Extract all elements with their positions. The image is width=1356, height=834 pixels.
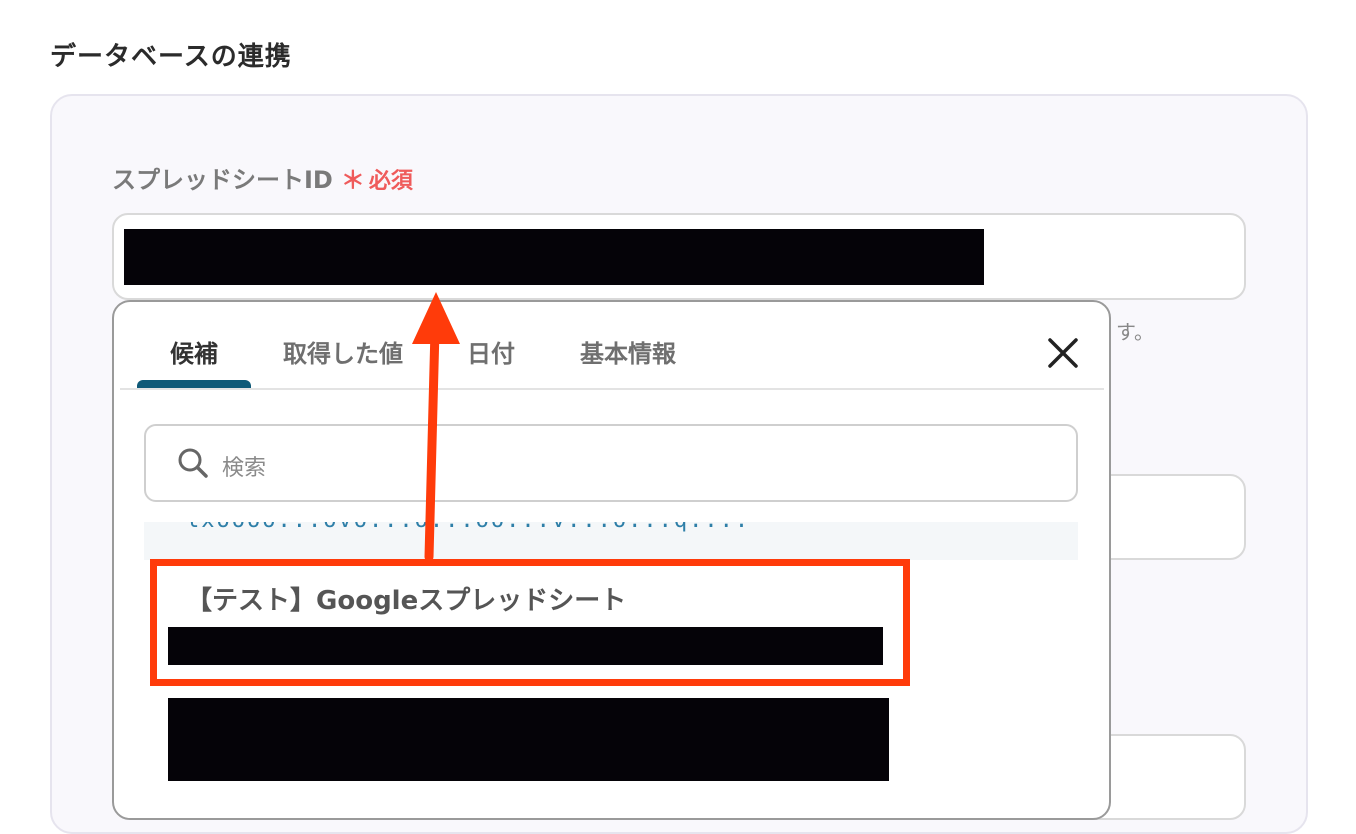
tab-date[interactable]: 日付 [467, 334, 515, 369]
tab-divider [120, 388, 1104, 390]
spreadsheet-id-label: スプレッドシートID ＊必須 [112, 160, 413, 195]
tab-basic-info[interactable]: 基本情報 [580, 334, 676, 369]
redacted-spreadsheet-id [124, 229, 984, 285]
close-icon[interactable] [1044, 334, 1082, 372]
annotation-highlight-box [150, 559, 910, 686]
search-placeholder: 検索 [222, 456, 267, 481]
partial-item-text: lxoooo...ovo...o...oo...v...o...q.... [186, 522, 750, 533]
required-badge: 必須 [368, 169, 413, 194]
list-item-partial[interactable]: lxoooo...ovo...o...oo...v...o...q.... [144, 522, 1078, 560]
redacted-list-item[interactable] [168, 698, 889, 781]
active-tab-indicator [137, 380, 251, 388]
section-title: データベースの連携 [50, 42, 292, 72]
spreadsheet-id-label-text: スプレッドシートID [112, 166, 333, 194]
tab-retrieved-values[interactable]: 取得した値 [283, 334, 403, 369]
field-hint-text: す。 [1116, 320, 1154, 344]
tab-candidates[interactable]: 候補 [170, 334, 218, 369]
search-input[interactable] [144, 424, 1078, 502]
required-asterisk: ＊ [340, 166, 365, 194]
search-icon [176, 446, 210, 480]
